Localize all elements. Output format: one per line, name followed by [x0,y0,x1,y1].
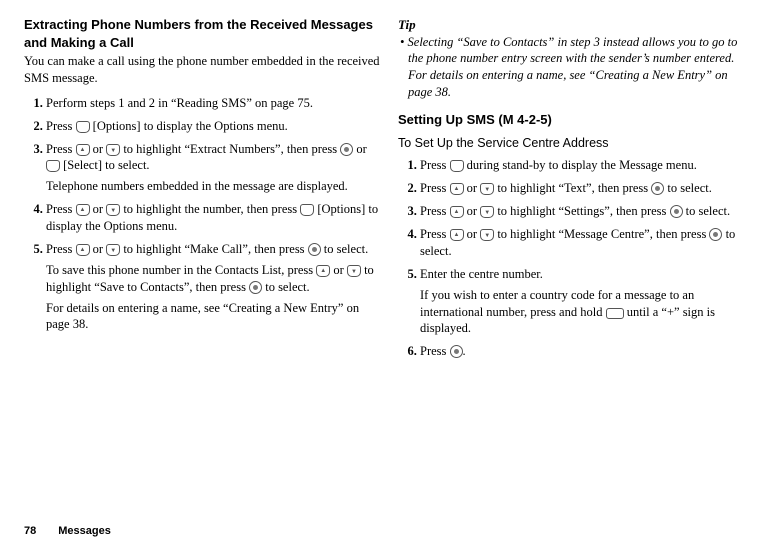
step-1: Perform steps 1 and 2 in “Reading SMS” o… [46,95,380,112]
nav-up-icon [450,229,464,241]
r-step-1: Press during stand-by to display the Mes… [420,157,754,174]
step3or: or [90,142,107,156]
s5s1a: To save this phone number in the Contact… [46,263,316,277]
nav-down-icon [106,204,120,216]
s4or: or [464,227,481,241]
step3b: to highlight “Extract Numbers”, then pre… [120,142,340,156]
intro-text: You can make a call using the phone numb… [24,53,380,87]
tip-heading: Tip [398,16,754,34]
step4b: to highlight the number, then press [120,202,300,216]
nav-up-icon [76,244,90,256]
step2a: Press [46,119,76,133]
nav-down-icon [480,183,494,195]
s1a: Press [420,158,450,172]
page-columns: Extracting Phone Numbers from the Receiv… [24,16,754,364]
ok-key-icon [651,182,664,195]
s5s1b: or [330,263,347,277]
s2b: to highlight “Text”, then press [494,181,651,195]
s5s1d: to select. [262,280,310,294]
footer-section: Messages [58,525,111,537]
r-step-3: Press or to highlight “Settings”, then p… [420,203,754,220]
step-4: Press or to highlight the number, then p… [46,201,380,235]
step3-sub: Telephone numbers embedded in the messag… [46,178,380,195]
sms-head-text: Setting Up SMS [398,112,498,127]
step2b: [Options] to display the Options menu. [90,119,288,133]
tip-body: • Selecting “Save to Contacts” in step 3… [398,34,754,102]
nav-up-icon [450,206,464,218]
step-5: Press or to highlight “Make Call”, then … [46,241,380,333]
r-step5-sub: If you wish to enter a country code for … [420,287,754,338]
nav-up-icon [76,204,90,216]
step-2: Press [Options] to display the Options m… [46,118,380,135]
step1-text: Perform steps 1 and 2 in “Reading SMS” o… [46,96,313,110]
s2c: to select. [664,181,712,195]
ok-key-icon [340,143,353,156]
s3or: or [464,204,481,218]
ok-key-icon [308,243,321,256]
step3a: Press [46,142,76,156]
r-step-5: Enter the centre number. If you wish to … [420,266,754,338]
section-title: Extracting Phone Numbers from the Receiv… [24,16,380,51]
s3c: to select. [683,204,731,218]
s2or: or [464,181,481,195]
softkey-icon [76,121,90,133]
ok-key-icon [249,281,262,294]
page-footer: 78 Messages [24,524,111,539]
right-column: Tip • Selecting “Save to Contacts” in st… [398,16,754,364]
nav-down-icon [347,265,361,277]
ok-key-icon [709,228,722,241]
step5c: to select. [321,242,369,256]
page-number: 78 [24,525,36,537]
nav-up-icon [76,144,90,156]
step5-sub2: For details on entering a name, see “Cre… [46,300,380,334]
nav-down-icon [106,244,120,256]
ok-key-icon [670,205,683,218]
steps-list-right: Press during stand-by to display the Mes… [398,157,754,360]
softkey-icon [46,160,60,172]
step3or2: or [353,142,367,156]
nav-up-icon [450,183,464,195]
nav-up-icon [316,265,330,277]
s2a: Press [420,181,450,195]
s3a: Press [420,204,450,218]
ok-key-icon [450,345,463,358]
left-column: Extracting Phone Numbers from the Receiv… [24,16,380,364]
tip1: Selecting “Save to Contacts” in step 3 i… [408,35,738,66]
sms-subhead: To Set Up the Service Centre Address [398,135,754,152]
steps-list-left: Perform steps 1 and 2 in “Reading SMS” o… [24,95,380,334]
s1b: during stand-by to display the Message m… [464,158,697,172]
key-zero-plus-icon [606,308,624,319]
s6b: . [463,344,466,358]
step5or: or [90,242,107,256]
s3b: to highlight “Settings”, then press [494,204,669,218]
step5-sub1: To save this phone number in the Contact… [46,262,380,296]
sms-heading: Setting Up SMS (M 4-2-5) [398,111,754,129]
step4or: or [90,202,107,216]
s5: Enter the centre number. [420,267,543,281]
step3c: [Select] to select. [60,158,150,172]
s4a: Press [420,227,450,241]
s4b: to highlight “Message Centre”, then pres… [494,227,709,241]
softkey-icon [300,204,314,216]
s6a: Press [420,344,450,358]
r-step-6: Press . [420,343,754,360]
step5a: Press [46,242,76,256]
tip2: For details on entering a name, see “Cre… [408,68,728,99]
nav-down-icon [106,144,120,156]
r-step-2: Press or to highlight “Text”, then press… [420,180,754,197]
r-step-4: Press or to highlight “Message Centre”, … [420,226,754,260]
softkey-icon [450,160,464,172]
step4a: Press [46,202,76,216]
step5b: to highlight “Make Call”, then press [120,242,307,256]
nav-down-icon [480,206,494,218]
step-3: Press or to highlight “Extract Numbers”,… [46,141,380,196]
tip-bullet: • [400,35,408,49]
sms-code: (M 4-2-5) [498,112,551,127]
nav-down-icon [480,229,494,241]
